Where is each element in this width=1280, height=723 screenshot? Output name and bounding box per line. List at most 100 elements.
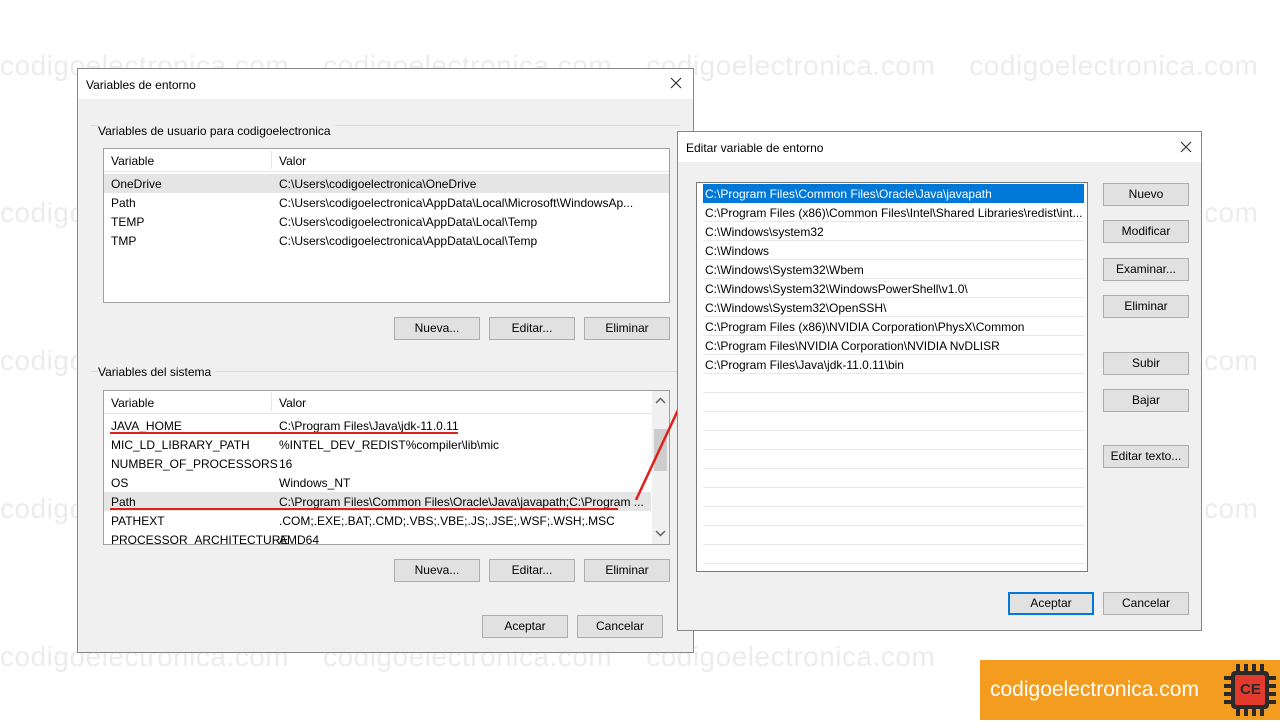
watermark-text: codigoelectronica.com [969,50,1259,81]
variable-value: C:\Program Files\Java\jdk-11.0.11 [279,419,459,433]
user-variables-list[interactable]: Variable Valor OneDrive C:\Users\codigoe… [103,148,670,303]
move-down-button[interactable]: Bajar [1103,389,1189,412]
path-text: C:\Program Files (x86)\Common Files\Inte… [705,206,1082,220]
close-icon[interactable] [667,74,685,92]
table-row[interactable]: OS Windows_NT [104,473,669,492]
dialog-title: Editar variable de entorno [686,141,824,155]
edit-variable-dialog: Editar variable de entorno C:\Program Fi… [677,131,1202,631]
close-icon[interactable] [1177,138,1195,156]
variable-name: JAVA_HOME [111,419,182,433]
column-header-value[interactable]: Valor [279,396,306,410]
path-underline [110,508,618,510]
list-item[interactable]: C:\Windows\System32\WindowsPowerShell\v1… [703,279,1084,298]
empty-list-item[interactable] [703,545,1084,564]
brand-text: codigoelectronica.com [990,678,1199,701]
column-header-value[interactable]: Valor [279,154,306,168]
move-up-button[interactable]: Subir [1103,352,1189,375]
list-item[interactable]: C:\Program Files (x86)\NVIDIA Corporatio… [703,317,1084,336]
path-text: C:\Windows\system32 [705,225,824,239]
table-row[interactable]: NUMBER_OF_PROCESSORS 16 [104,454,669,473]
table-row[interactable]: Path C:\Users\codigoelectronica\AppData\… [104,193,669,212]
table-row[interactable]: TEMP C:\Users\codigoelectronica\AppData\… [104,212,669,231]
path-text: C:\Windows\System32\OpenSSH\ [705,301,887,315]
empty-list-item[interactable] [703,450,1084,469]
table-row[interactable]: OneDrive C:\Users\codigoelectronica\OneD… [104,174,669,193]
table-row[interactable]: PROCESSOR_ARCHITECTURE AMD64 [104,530,669,545]
empty-list-item[interactable] [703,412,1084,431]
variable-name: NUMBER_OF_PROCESSORS [111,457,278,471]
chevron-down-icon[interactable] [655,526,666,540]
variable-value: Windows_NT [279,476,351,490]
system-edit-button[interactable]: Editar... [489,559,575,582]
list-item[interactable]: C:\Windows\System32\Wbem [703,260,1084,279]
ok-button[interactable]: Aceptar [482,615,568,638]
list-header: Variable Valor [104,149,669,172]
dialog-title: Variables de entorno [86,78,196,92]
variable-value: C:\Users\codigoelectronica\AppData\Local… [279,196,634,210]
titlebar: Variables de entorno [78,69,693,99]
titlebar: Editar variable de entorno [678,132,1201,162]
cancel-button[interactable]: Cancelar [1103,592,1189,615]
system-variables-label: Variables del sistema [98,365,216,379]
variable-name: PROCESSOR_ARCHITECTURE [111,533,289,545]
brand-logo: CE [1220,660,1280,720]
list-item[interactable]: C:\Windows\system32 [703,222,1084,241]
delete-button[interactable]: Eliminar [1103,295,1189,318]
list-item[interactable]: C:\Program Files\NVIDIA Corporation\NVID… [703,336,1084,355]
user-new-button[interactable]: Nueva... [394,317,480,340]
brand-banner: codigoelectronica.com [980,660,1220,720]
ok-button[interactable]: Aceptar [1008,592,1094,615]
variable-name: PATHEXT [111,514,165,528]
java-home-underline [110,432,458,434]
empty-list-item[interactable] [703,431,1084,450]
user-variables-label: Variables de usuario para codigoelectron… [98,124,335,138]
path-list[interactable]: C:\Program Files\Common Files\Oracle\Jav… [696,182,1088,572]
path-text: C:\Program Files (x86)\NVIDIA Corporatio… [705,320,1025,334]
variable-name: MIC_LD_LIBRARY_PATH [111,438,250,452]
list-item[interactable]: C:\Program Files (x86)\Common Files\Inte… [703,203,1084,222]
column-separator[interactable] [271,151,272,169]
variable-value: C:\Users\codigoelectronica\AppData\Local… [279,234,538,248]
empty-list-item[interactable] [703,526,1084,545]
empty-list-item[interactable] [703,374,1084,393]
variable-name: OneDrive [111,177,162,191]
path-text: C:\Program Files\NVIDIA Corporation\NVID… [705,339,1000,353]
empty-list-item[interactable] [703,393,1084,412]
new-button[interactable]: Nuevo [1103,183,1189,206]
cancel-button[interactable]: Cancelar [577,615,663,638]
browse-button[interactable]: Examinar... [1103,258,1189,281]
variable-value: .COM;.EXE;.BAT;.CMD;.VBS;.VBE;.JS;.JSE;.… [279,514,615,528]
variable-value: %INTEL_DEV_REDIST%compiler\lib\mic [279,438,500,452]
variable-name: TMP [111,234,137,248]
variable-name: Path [111,495,136,509]
empty-list-item[interactable] [703,507,1084,526]
table-row[interactable]: PATHEXT .COM;.EXE;.BAT;.CMD;.VBS;.VBE;.J… [104,511,669,530]
empty-list-item[interactable] [703,469,1084,488]
list-item[interactable]: C:\Windows\System32\OpenSSH\ [703,298,1084,317]
table-row[interactable]: TMP C:\Users\codigoelectronica\AppData\L… [104,231,669,250]
empty-list-item[interactable] [703,488,1084,507]
path-text: C:\Windows\System32\WindowsPowerShell\v1… [705,282,968,296]
variable-value: AMD64 [279,533,320,545]
variable-name: OS [111,476,129,490]
system-new-button[interactable]: Nueva... [394,559,480,582]
logo-letters: CE [1240,681,1261,698]
edit-text-button[interactable]: Editar texto... [1103,445,1189,468]
system-delete-button[interactable]: Eliminar [584,559,670,582]
list-item[interactable]: C:\Windows [703,241,1084,260]
column-header-variable[interactable]: Variable [111,154,154,168]
column-header-variable[interactable]: Variable [111,396,154,410]
variable-name: Path [111,196,136,210]
path-text: C:\Windows [705,244,770,258]
environment-variables-dialog: Variables de entorno Variables de usuari… [77,68,694,653]
modify-button[interactable]: Modificar [1103,220,1189,243]
column-separator[interactable] [271,393,272,411]
variable-value: C:\Users\codigoelectronica\OneDrive [279,177,477,191]
system-variables-list[interactable]: Variable Valor JAVA_HOME C:\Program File… [103,390,670,545]
user-delete-button[interactable]: Eliminar [584,317,670,340]
list-item[interactable]: C:\Program Files\Common Files\Oracle\Jav… [703,184,1084,203]
table-row[interactable]: MIC_LD_LIBRARY_PATH %INTEL_DEV_REDIST%co… [104,435,669,454]
path-text: C:\Windows\System32\Wbem [705,263,864,277]
user-edit-button[interactable]: Editar... [489,317,575,340]
list-item[interactable]: C:\Program Files\Java\jdk-11.0.11\bin [703,355,1084,374]
